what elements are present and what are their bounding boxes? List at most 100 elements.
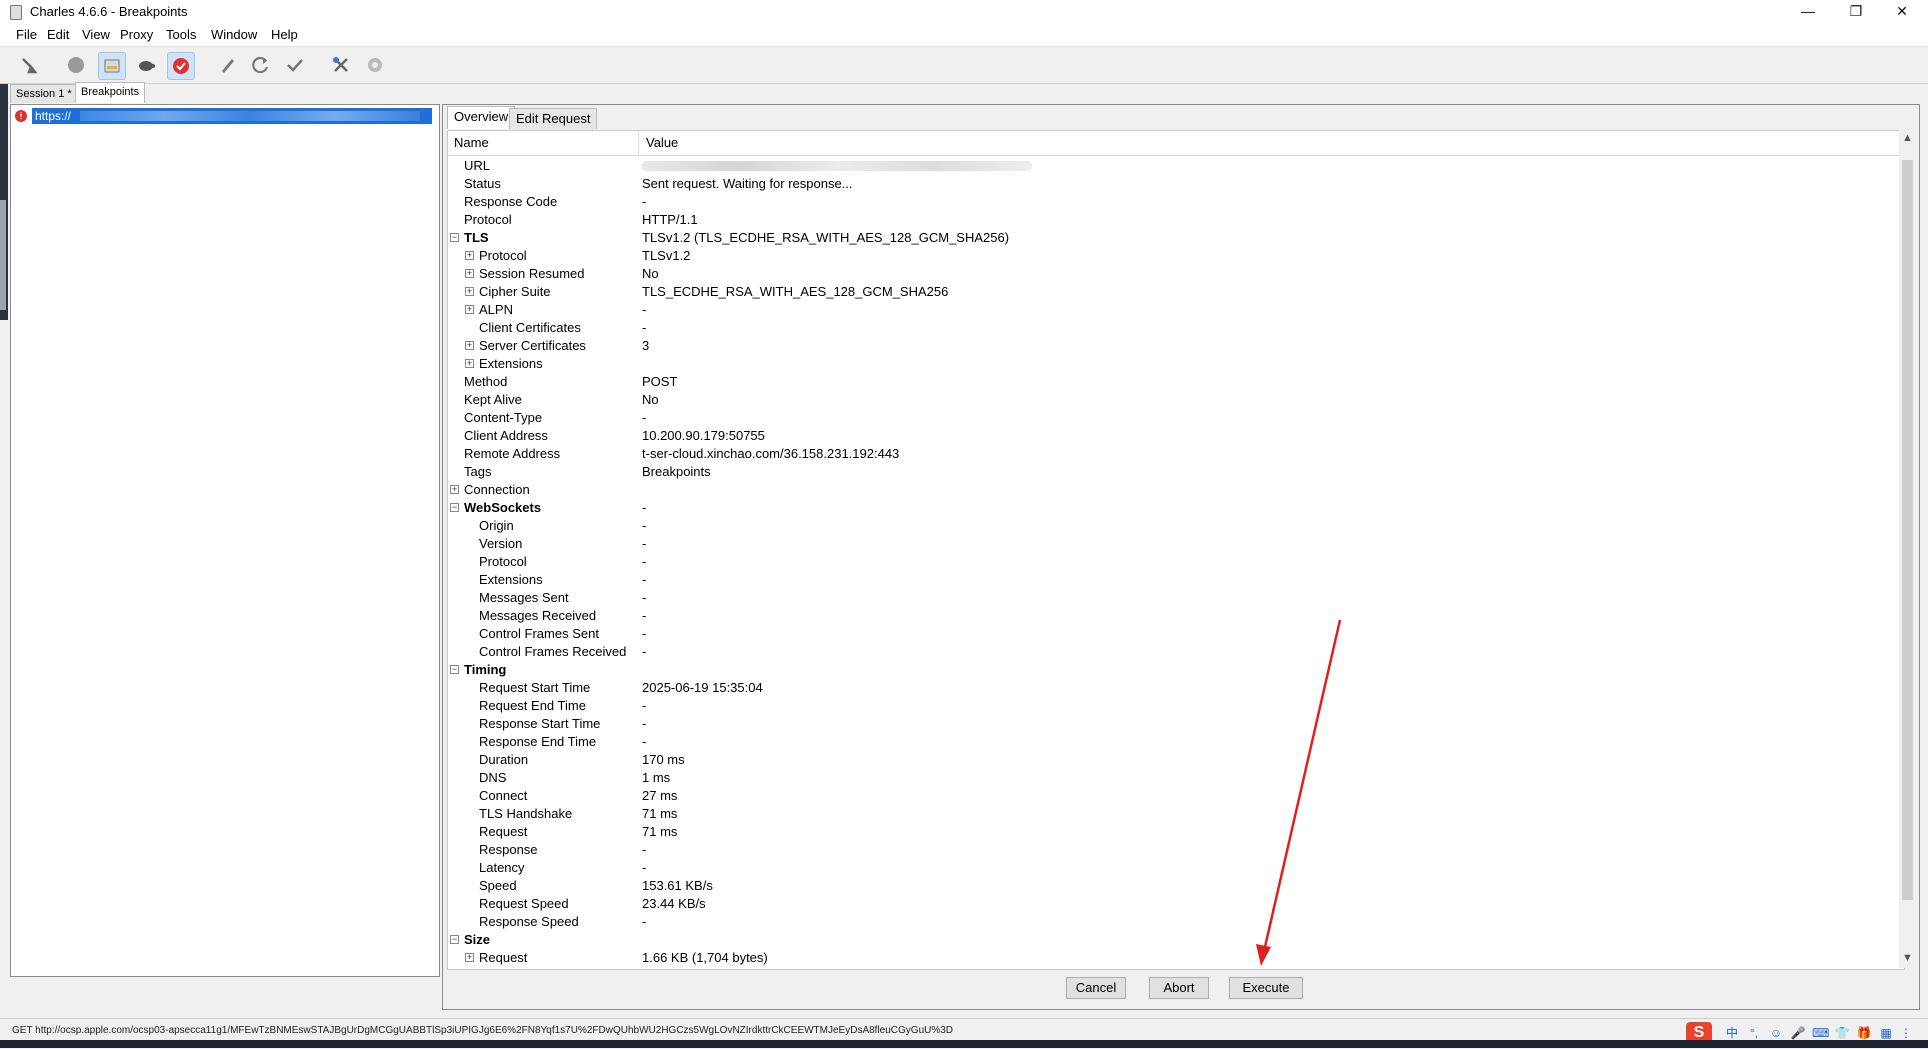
- restore-button[interactable]: ❐: [1834, 0, 1878, 24]
- cancel-button[interactable]: Cancel: [1066, 977, 1126, 999]
- table-row[interactable]: URL: [448, 157, 1888, 175]
- tab-edit-request[interactable]: Edit Request: [509, 108, 598, 129]
- expand-icon[interactable]: +: [465, 287, 474, 296]
- menu-tools[interactable]: Tools: [166, 27, 196, 42]
- scroll-thumb[interactable]: [1902, 160, 1913, 900]
- table-row[interactable]: Request Speed 23.44 KB/s: [448, 895, 1888, 913]
- table-row[interactable]: Extensions -: [448, 571, 1888, 589]
- breakpoint-url[interactable]: https://: [32, 108, 432, 124]
- vertical-scrollbar[interactable]: ▲ ▼: [1899, 130, 1916, 968]
- execute-button[interactable]: Execute: [1229, 977, 1303, 999]
- table-row[interactable]: Response -: [448, 841, 1888, 859]
- minimize-button[interactable]: —: [1786, 0, 1830, 24]
- table-row[interactable]: Version -: [448, 535, 1888, 553]
- menu-edit[interactable]: Edit: [47, 27, 69, 42]
- table-row[interactable]: DNS 1 ms: [448, 769, 1888, 787]
- table-row[interactable]: − WebSockets -: [448, 499, 1888, 517]
- breakpoint-icon[interactable]: [167, 52, 195, 80]
- table-row[interactable]: Client Address 10.200.90.179:50755: [448, 427, 1888, 445]
- toolbox-icon[interactable]: ▦: [1878, 1025, 1894, 1041]
- table-row[interactable]: Client Certificates -: [448, 319, 1888, 337]
- column-name-header[interactable]: Name: [454, 135, 489, 150]
- table-row[interactable]: Origin -: [448, 517, 1888, 535]
- settings-icon[interactable]: [362, 52, 388, 78]
- list-item[interactable]: ! https://: [15, 108, 432, 124]
- close-button[interactable]: ✕: [1880, 0, 1924, 24]
- table-row[interactable]: + Extensions: [448, 355, 1888, 373]
- expand-icon[interactable]: +: [450, 485, 459, 494]
- record-icon[interactable]: [63, 52, 89, 78]
- table-row[interactable]: Messages Sent -: [448, 589, 1888, 607]
- menu-file[interactable]: File: [16, 27, 37, 42]
- table-row[interactable]: Response Start Time -: [448, 715, 1888, 733]
- table-row[interactable]: + ALPN -: [448, 301, 1888, 319]
- table-row[interactable]: Speed 153.61 KB/s: [448, 877, 1888, 895]
- table-row[interactable]: Protocol HTTP/1.1: [448, 211, 1888, 229]
- table-row[interactable]: Control Frames Sent -: [448, 625, 1888, 643]
- chinese-mode-icon[interactable]: 中: [1724, 1025, 1740, 1041]
- menu-view[interactable]: View: [82, 27, 110, 42]
- collapse-icon[interactable]: −: [450, 503, 459, 512]
- throttle-icon[interactable]: [98, 52, 126, 80]
- table-row[interactable]: + Protocol TLSv1.2: [448, 247, 1888, 265]
- table-row[interactable]: Kept Alive No: [448, 391, 1888, 409]
- menu-window[interactable]: Window: [211, 27, 257, 42]
- more-icon[interactable]: ⋮: [1898, 1025, 1914, 1041]
- expand-icon[interactable]: +: [465, 251, 474, 260]
- keyboard-icon[interactable]: ⌨: [1812, 1025, 1829, 1041]
- table-row[interactable]: Latency -: [448, 859, 1888, 877]
- table-row[interactable]: Response End Time -: [448, 733, 1888, 751]
- table-row[interactable]: − TLS TLSv1.2 (TLS_ECDHE_RSA_WITH_AES_128_…: [448, 229, 1888, 247]
- tools-icon[interactable]: [328, 52, 354, 78]
- tab-overview[interactable]: Overview: [447, 106, 516, 129]
- expand-icon[interactable]: +: [465, 341, 474, 350]
- collapse-icon[interactable]: −: [450, 233, 459, 242]
- table-row[interactable]: Duration 170 ms: [448, 751, 1888, 769]
- table-row[interactable]: Method POST: [448, 373, 1888, 391]
- table-row[interactable]: + Cipher Suite TLS_ECDHE_RSA_WITH_AES_128_…: [448, 283, 1888, 301]
- check-icon[interactable]: [282, 52, 308, 78]
- table-row[interactable]: − Timing: [448, 661, 1888, 679]
- expand-icon[interactable]: +: [465, 305, 474, 314]
- table-row[interactable]: Status Sent request. Waiting for response…: [448, 175, 1888, 193]
- table-row[interactable]: − Size: [448, 931, 1888, 949]
- column-value-header[interactable]: Value: [646, 135, 678, 150]
- table-row[interactable]: + Session Resumed No: [448, 265, 1888, 283]
- punctuation-icon[interactable]: °,: [1746, 1025, 1762, 1041]
- emoji-icon[interactable]: ☺: [1768, 1025, 1784, 1041]
- table-row[interactable]: + Connection: [448, 481, 1888, 499]
- table-row[interactable]: Response Code -: [448, 193, 1888, 211]
- table-row[interactable]: Protocol -: [448, 553, 1888, 571]
- table-row[interactable]: Request 71 ms: [448, 823, 1888, 841]
- tab-session-1[interactable]: Session 1 *: [10, 84, 78, 103]
- table-row[interactable]: + Request 1.66 KB (1,704 bytes): [448, 949, 1888, 967]
- abort-button[interactable]: Abort: [1149, 977, 1209, 999]
- menu-help[interactable]: Help: [271, 27, 298, 42]
- tab-breakpoints[interactable]: Breakpoints: [75, 82, 146, 103]
- turtle-icon[interactable]: [133, 52, 159, 78]
- broom-icon[interactable]: [16, 52, 42, 78]
- table-row[interactable]: Tags Breakpoints: [448, 463, 1888, 481]
- gift-icon[interactable]: 🎁: [1856, 1025, 1872, 1041]
- collapse-icon[interactable]: −: [450, 935, 459, 944]
- table-row[interactable]: + Server Certificates 3: [448, 337, 1888, 355]
- expand-icon[interactable]: +: [465, 953, 474, 962]
- menu-proxy[interactable]: Proxy: [120, 27, 153, 42]
- table-row[interactable]: Messages Received -: [448, 607, 1888, 625]
- expand-icon[interactable]: +: [465, 359, 474, 368]
- table-row[interactable]: Response Speed -: [448, 913, 1888, 931]
- table-row[interactable]: Content-Type -: [448, 409, 1888, 427]
- scroll-up-icon[interactable]: ▲: [1902, 132, 1913, 144]
- pen-icon[interactable]: [215, 52, 241, 78]
- skin-icon[interactable]: 👕: [1834, 1025, 1850, 1041]
- table-row[interactable]: Remote Address t-ser-cloud.xinchao.com/36…: [448, 445, 1888, 463]
- microphone-icon[interactable]: 🎤: [1790, 1025, 1806, 1041]
- table-row[interactable]: Connect 27 ms: [448, 787, 1888, 805]
- table-row[interactable]: Request End Time -: [448, 697, 1888, 715]
- table-row[interactable]: Request Start Time 2025-06-19 15:35:04: [448, 679, 1888, 697]
- scroll-down-icon[interactable]: ▼: [1902, 952, 1913, 964]
- expand-icon[interactable]: +: [465, 269, 474, 278]
- refresh-icon[interactable]: [248, 52, 274, 78]
- table-row[interactable]: TLS Handshake 71 ms: [448, 805, 1888, 823]
- table-row[interactable]: Control Frames Received -: [448, 643, 1888, 661]
